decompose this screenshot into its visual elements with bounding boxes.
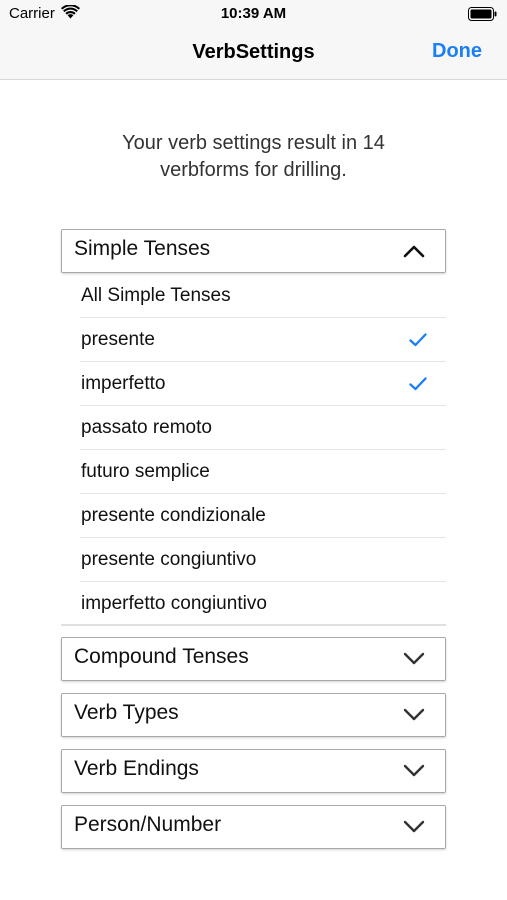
list-item-imperfetto-congiuntivo[interactable]: imperfetto congiuntivo (61, 582, 446, 626)
list-item-label: imperfetto (81, 373, 166, 394)
section-label: Simple Tenses (74, 237, 211, 260)
section-label: Person/Number (74, 813, 222, 836)
status-time: 10:39 AM (220, 5, 287, 22)
chevron-down-icon (403, 820, 425, 833)
list-bottom-divider (61, 624, 446, 626)
page-title: VerbSettings (192, 41, 315, 63)
list-item-passato-remoto[interactable]: passato remoto (61, 406, 446, 450)
chevron-up-icon (403, 245, 425, 258)
section-label: Compound Tenses (74, 645, 249, 668)
summary-line-2: verbforms for drilling. (160, 159, 347, 181)
section-label: Verb Endings (74, 757, 199, 780)
verbform-summary: Your verb settings result in 14 verbform… (0, 130, 507, 184)
list-item-label: imperfetto congiuntivo (81, 593, 267, 614)
done-button[interactable]: Done (432, 40, 482, 63)
section-label: Verb Types (74, 701, 179, 724)
section-compound-tenses[interactable]: Compound Tenses (61, 637, 446, 681)
checkmark-icon (409, 333, 427, 347)
battery-icon (468, 7, 497, 21)
section-person-number[interactable]: Person/Number (61, 805, 446, 849)
list-item-imperfetto[interactable]: imperfetto (61, 362, 446, 406)
list-item-label: presente congiuntivo (81, 549, 257, 570)
summary-line-1: Your verb settings result in 14 (122, 132, 385, 154)
chevron-down-icon (403, 708, 425, 721)
simple-tenses-list: All Simple Tenses presente imperfetto pa… (61, 274, 446, 626)
list-item-label: passato remoto (81, 417, 212, 438)
chevron-down-icon (403, 764, 425, 777)
settings-content: Your verb settings result in 14 verbform… (0, 80, 507, 900)
checkmark-icon (409, 377, 427, 391)
list-item-all-simple-tenses[interactable]: All Simple Tenses (61, 274, 446, 318)
list-item-label: All Simple Tenses (81, 285, 231, 306)
list-item-futuro-semplice[interactable]: futuro semplice (61, 450, 446, 494)
list-item-label: presente (81, 329, 155, 350)
navigation-bar: VerbSettings Done (0, 28, 507, 80)
section-simple-tenses[interactable]: Simple Tenses (61, 229, 446, 273)
list-item-label: presente condizionale (81, 505, 266, 526)
list-item-presente[interactable]: presente (61, 318, 446, 362)
chevron-down-icon (403, 652, 425, 665)
status-bar: Carrier 10:39 AM (0, 0, 507, 28)
list-item-presente-congiuntivo[interactable]: presente congiuntivo (61, 538, 446, 582)
section-verb-endings[interactable]: Verb Endings (61, 749, 446, 793)
list-item-presente-condizionale[interactable]: presente condizionale (61, 494, 446, 538)
section-verb-types[interactable]: Verb Types (61, 693, 446, 737)
list-item-label: futuro semplice (81, 461, 210, 482)
